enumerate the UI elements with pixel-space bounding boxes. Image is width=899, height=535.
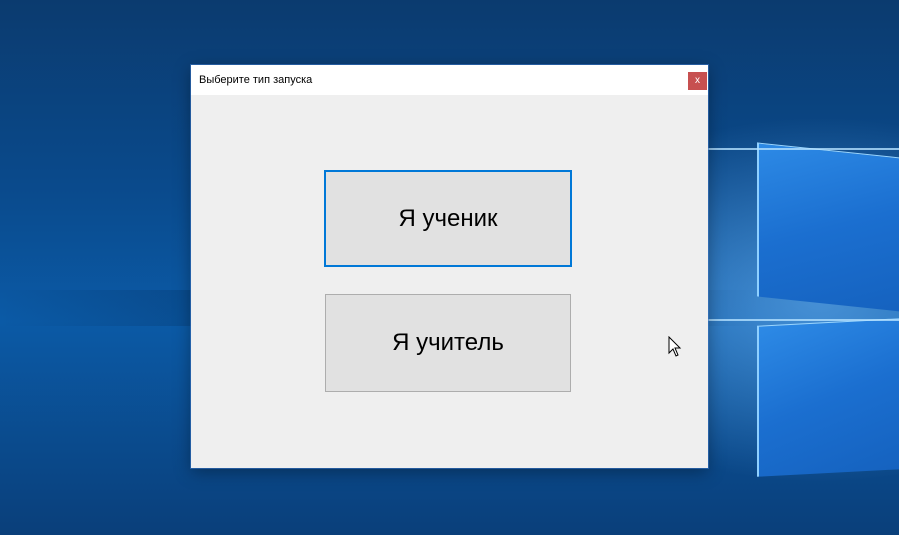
logo-glow-line: [706, 319, 899, 321]
close-button[interactable]: x: [688, 72, 707, 90]
close-icon: x: [695, 75, 700, 86]
launch-type-dialog: Выберите тип запуска x Я ученик Я учител…: [191, 65, 708, 468]
windows-logo-pane: [757, 318, 899, 477]
dialog-titlebar[interactable]: Выберите тип запуска x: [191, 65, 708, 95]
windows-logo-pane: [757, 142, 899, 312]
logo-glow-line: [706, 148, 899, 150]
dialog-title: Выберите тип запуска: [199, 74, 313, 86]
student-button[interactable]: Я ученик: [324, 170, 572, 267]
teacher-button[interactable]: Я учитель: [325, 294, 571, 392]
student-button-label: Я ученик: [398, 204, 498, 232]
teacher-button-label: Я учитель: [392, 329, 504, 356]
mouse-pointer-icon: [668, 336, 682, 357]
